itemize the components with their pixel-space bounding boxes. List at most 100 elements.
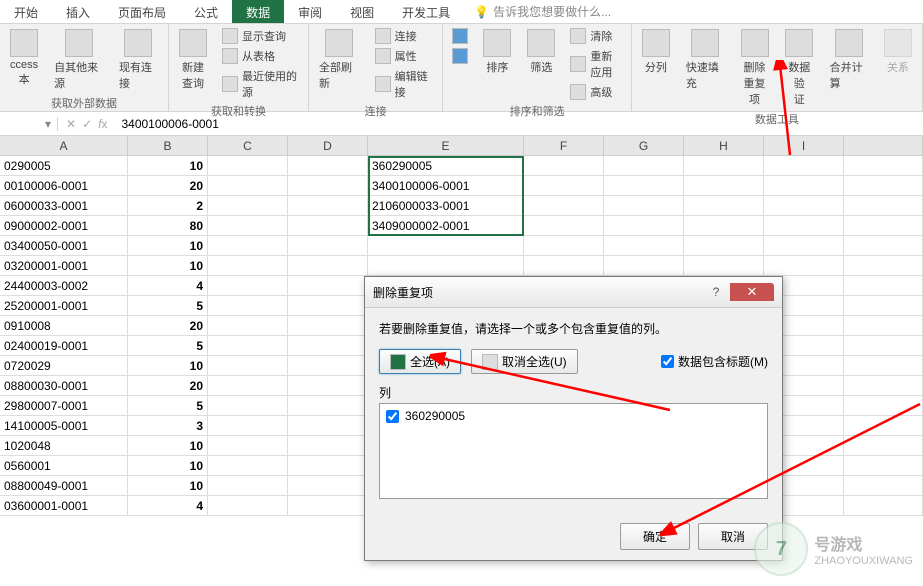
col-header-j[interactable]	[844, 136, 923, 155]
cell[interactable]	[844, 156, 923, 175]
btn-recent-sources[interactable]: 最近使用的源	[219, 67, 302, 101]
cell[interactable]	[844, 436, 923, 455]
cell[interactable]: 03400050-0001	[0, 236, 128, 255]
cell[interactable]	[288, 256, 368, 275]
btn-data-validation[interactable]: 数据验 证	[781, 27, 818, 109]
cell[interactable]: 20	[128, 176, 208, 195]
cell[interactable]	[288, 296, 368, 315]
cell[interactable]	[208, 436, 288, 455]
btn-new-query[interactable]: 新建 查询	[175, 27, 211, 93]
cell[interactable]	[288, 216, 368, 235]
cell[interactable]	[524, 256, 604, 275]
cell[interactable]	[764, 176, 844, 195]
cell[interactable]: 2106000033-0001	[368, 196, 524, 215]
btn-remove-duplicates[interactable]: 删除 重复项	[736, 27, 773, 109]
cell[interactable]: 2	[128, 196, 208, 215]
cell[interactable]	[844, 196, 923, 215]
cell[interactable]: 0560001	[0, 456, 128, 475]
btn-sort-az[interactable]	[449, 27, 471, 45]
cell[interactable]: 4	[128, 276, 208, 295]
cell[interactable]	[288, 336, 368, 355]
list-item[interactable]: 360290005	[384, 408, 763, 424]
tab-insert[interactable]: 插入	[52, 0, 104, 23]
btn-from-table[interactable]: 从表格	[219, 47, 302, 65]
cell[interactable]	[208, 456, 288, 475]
cell[interactable]	[844, 376, 923, 395]
cell[interactable]	[844, 256, 923, 275]
cell[interactable]	[684, 216, 764, 235]
btn-show-queries[interactable]: 显示查询	[219, 27, 302, 45]
cell[interactable]	[208, 336, 288, 355]
table-row[interactable]: 09000002-0001803409000002-0001	[0, 216, 923, 236]
cell[interactable]: 00100006-0001	[0, 176, 128, 195]
cell[interactable]: 10	[128, 236, 208, 255]
cell[interactable]	[844, 176, 923, 195]
cell[interactable]	[288, 236, 368, 255]
columns-listbox[interactable]: 360290005	[379, 403, 768, 499]
cell[interactable]: 29800007-0001	[0, 396, 128, 415]
select-all-button[interactable]: 全选(A)	[379, 349, 461, 374]
table-row[interactable]: 00100006-000120 3400100006-0001	[0, 176, 923, 196]
cell[interactable]	[844, 476, 923, 495]
cell[interactable]: 14100005-0001	[0, 416, 128, 435]
col-header-e[interactable]: E	[368, 136, 524, 155]
cell[interactable]	[844, 276, 923, 295]
col-header-g[interactable]: G	[604, 136, 684, 155]
tab-home[interactable]: 开始	[0, 0, 52, 23]
cell[interactable]: 0720029	[0, 356, 128, 375]
cell[interactable]	[208, 176, 288, 195]
cell[interactable]	[604, 156, 684, 175]
cell[interactable]: 20	[128, 376, 208, 395]
cell[interactable]	[288, 276, 368, 295]
cell[interactable]	[764, 236, 844, 255]
col-header-f[interactable]: F	[524, 136, 604, 155]
btn-text-to-cols[interactable]: 分列	[638, 27, 674, 77]
btn-other-source[interactable]: 自其他来源	[50, 27, 107, 93]
cell[interactable]	[604, 256, 684, 275]
table-row[interactable]: 06000033-000122106000033-0001	[0, 196, 923, 216]
cell[interactable]	[684, 196, 764, 215]
cell[interactable]: 10	[128, 356, 208, 375]
btn-edit-links[interactable]: 编辑链接	[372, 67, 437, 101]
deselect-all-button[interactable]: 取消全选(U)	[471, 349, 578, 374]
btn-filter[interactable]: 筛选	[523, 27, 559, 77]
col-header-d[interactable]: D	[288, 136, 368, 155]
cell[interactable]: 10	[128, 436, 208, 455]
cell[interactable]: 80	[128, 216, 208, 235]
chevron-down-icon[interactable]: ▾	[45, 117, 51, 131]
cell[interactable]: 03600001-0001	[0, 496, 128, 515]
btn-flash-fill[interactable]: 快速填充	[682, 27, 728, 93]
cell[interactable]	[368, 236, 524, 255]
cell[interactable]	[524, 216, 604, 235]
cell[interactable]	[524, 196, 604, 215]
formula-input[interactable]: 3400100006-0001	[115, 117, 923, 131]
col-header-c[interactable]: C	[208, 136, 288, 155]
cell[interactable]	[288, 496, 368, 515]
cell[interactable]	[208, 376, 288, 395]
cell[interactable]	[684, 176, 764, 195]
tell-me[interactable]: 💡告诉我您想要做什么...	[464, 0, 621, 23]
cell[interactable]	[524, 156, 604, 175]
cell[interactable]	[604, 236, 684, 255]
btn-connections[interactable]: 连接	[372, 27, 437, 45]
cell[interactable]	[288, 196, 368, 215]
cell[interactable]	[764, 256, 844, 275]
name-box[interactable]: ▾	[0, 117, 58, 131]
cell[interactable]: 3400100006-0001	[368, 176, 524, 195]
cell[interactable]	[208, 276, 288, 295]
cell[interactable]: 24400003-0002	[0, 276, 128, 295]
cell[interactable]	[764, 216, 844, 235]
cell[interactable]: 03200001-0001	[0, 256, 128, 275]
cell[interactable]: 5	[128, 396, 208, 415]
tab-dev[interactable]: 开发工具	[388, 0, 464, 23]
cell[interactable]: 0910008	[0, 316, 128, 335]
cell[interactable]	[604, 176, 684, 195]
cell[interactable]: 5	[128, 296, 208, 315]
cell[interactable]	[368, 256, 524, 275]
btn-sort-za[interactable]	[449, 47, 471, 65]
cell[interactable]	[288, 356, 368, 375]
cell[interactable]	[288, 376, 368, 395]
table-row[interactable]: 029000510360290005	[0, 156, 923, 176]
cell[interactable]: 02400019-0001	[0, 336, 128, 355]
cell[interactable]	[764, 196, 844, 215]
